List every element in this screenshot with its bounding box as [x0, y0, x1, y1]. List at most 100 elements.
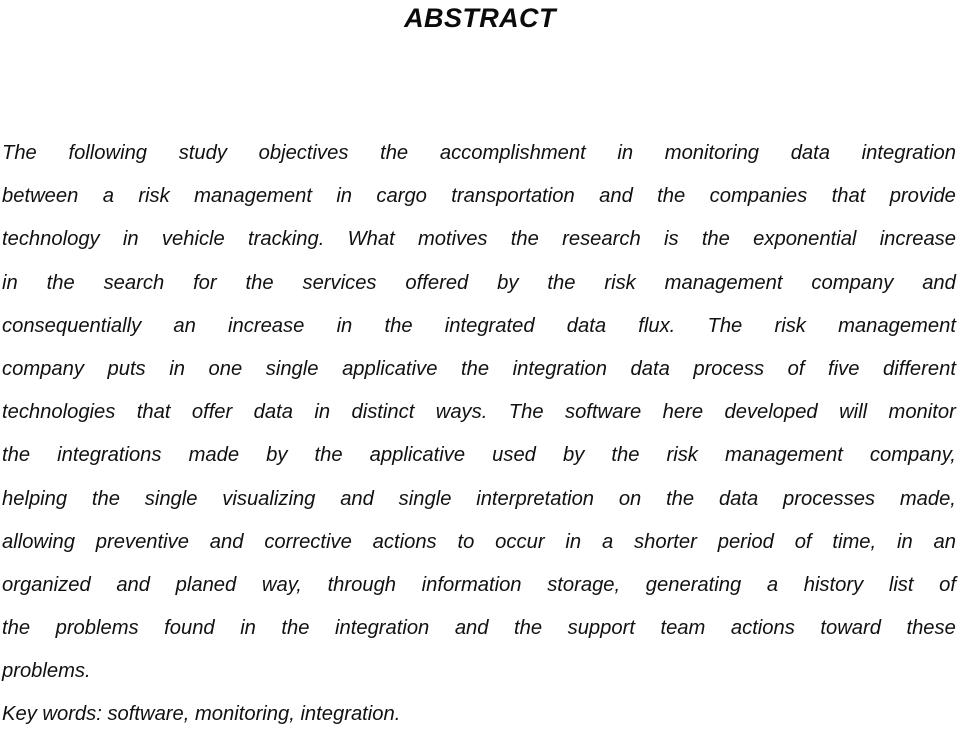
- text-word: the: [314, 444, 343, 467]
- text-word: distinct: [351, 401, 415, 424]
- text-word: risk: [604, 271, 636, 294]
- text-word: actions: [372, 530, 437, 553]
- text-word: the: [547, 271, 576, 294]
- text-word: management: [724, 444, 843, 467]
- text-word: way,: [261, 573, 302, 596]
- text-word: following: [68, 142, 148, 164]
- text-word: the: [2, 617, 31, 640]
- text-line: company puts in one single applicative the inte…: [2, 348, 956, 391]
- text-word: the: [666, 487, 695, 510]
- text-word: in: [122, 228, 139, 251]
- text-word: problems: [55, 617, 139, 640]
- text-word: period: [717, 530, 774, 553]
- text-word: actions: [730, 617, 795, 640]
- text-word: storage,: [547, 573, 621, 596]
- text-line: organized and planed way, through information…: [2, 564, 956, 607]
- text-word: between: [2, 185, 79, 208]
- abstract-body: The following study objectives the accomplish…: [2, 132, 956, 737]
- text-word: What: [347, 228, 395, 251]
- text-word: history: [803, 573, 864, 596]
- text-word: objectives: [258, 142, 349, 164]
- text-word: and: [922, 271, 956, 294]
- text-word: helping: [2, 487, 68, 510]
- text-word: in: [336, 314, 353, 337]
- text-word: integration: [512, 357, 607, 380]
- text-word: data: [718, 487, 759, 510]
- text-word: preventive: [95, 530, 189, 553]
- text-word: made,: [899, 487, 956, 510]
- text-word: risk: [138, 185, 170, 208]
- text-word: technology: [2, 228, 100, 251]
- text-word: transportation: [451, 185, 575, 208]
- text-line: consequentially an increase in the integrated…: [2, 305, 956, 348]
- text-word: shorter: [634, 530, 697, 553]
- text-word: in: [336, 185, 353, 208]
- text-word: research: [562, 228, 641, 251]
- text-word: the: [2, 444, 31, 467]
- text-word: management: [838, 314, 956, 337]
- text-word: accomplishment: [439, 142, 586, 164]
- text-line: helping the single visualizing and single inte…: [2, 478, 956, 521]
- text-word: the: [281, 617, 310, 640]
- text-word: in: [2, 271, 18, 294]
- text-word: services: [302, 271, 377, 294]
- text-word: company,: [869, 444, 956, 467]
- text-word: to: [457, 530, 475, 553]
- text-word: in: [617, 142, 634, 164]
- text-word: integrations: [57, 444, 162, 467]
- text-word: support: [567, 617, 635, 640]
- text-line: allowing preventive and corrective actions to…: [2, 521, 956, 564]
- text-word: the: [245, 271, 274, 294]
- text-line: technology in vehicle tracking. What motives t…: [2, 218, 956, 261]
- text-word: risk: [774, 314, 806, 337]
- text-word: tracking.: [248, 228, 325, 251]
- text-word: the: [510, 228, 539, 251]
- text-word: technologies: [2, 401, 116, 424]
- document-page: ABSTRACT The following study objectives the a…: [0, 0, 960, 727]
- text-word: interpretation: [476, 487, 595, 510]
- text-word: in: [240, 617, 256, 640]
- text-word: offered: [405, 271, 469, 294]
- text-word: is: [663, 228, 679, 251]
- text-word: by: [497, 271, 519, 294]
- text-word: data: [253, 401, 293, 424]
- text-word: motives: [417, 228, 488, 251]
- page-title: ABSTRACT: [404, 3, 556, 33]
- text-word: the: [611, 444, 640, 467]
- text-word: planed: [175, 573, 237, 596]
- text-word: team: [660, 617, 706, 640]
- text-line: the problems found in the integration and the su…: [2, 607, 956, 650]
- text-word: used: [492, 444, 536, 467]
- text-line: problems.: [2, 660, 91, 683]
- text-word: here: [662, 401, 704, 424]
- text-word: study: [178, 142, 227, 164]
- text-word: in: [565, 530, 582, 553]
- text-word: puts: [107, 357, 146, 380]
- text-word: data: [630, 357, 670, 380]
- text-word: one: [208, 357, 243, 380]
- text-word: different: [883, 357, 956, 380]
- text-word: in: [169, 357, 185, 380]
- text-word: that: [136, 401, 171, 424]
- text-word: in: [314, 401, 331, 424]
- text-word: organized: [2, 573, 91, 596]
- text-word: applicative: [342, 357, 438, 380]
- text-word: company: [2, 357, 84, 380]
- text-word: the: [514, 617, 543, 640]
- text-word: toward: [820, 617, 881, 640]
- text-word: of: [794, 530, 812, 553]
- text-line: technologies that offer data in distinct ways.…: [2, 391, 956, 434]
- text-word: cargo: [376, 185, 427, 208]
- text-word: the: [461, 357, 490, 380]
- text-word: monitor: [888, 401, 956, 424]
- text-word: management: [664, 271, 783, 294]
- text-word: consequentially: [2, 314, 142, 337]
- text-word: process: [693, 357, 765, 380]
- text-line: The following study objectives the accomplish…: [2, 132, 956, 175]
- text-word: applicative: [369, 444, 466, 467]
- text-word: that: [831, 185, 866, 208]
- text-word: a: [601, 530, 614, 553]
- text-word: list: [888, 573, 914, 596]
- text-word: of: [787, 357, 805, 380]
- text-word: the: [91, 487, 120, 510]
